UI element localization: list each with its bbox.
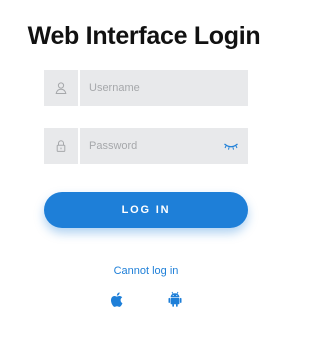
password-input[interactable] <box>80 128 230 164</box>
login-button[interactable]: LOG IN <box>44 192 248 228</box>
page-title: Web Interface Login <box>27 22 261 50</box>
lock-icon <box>44 128 80 164</box>
user-icon <box>44 70 80 106</box>
password-field <box>44 128 248 164</box>
apple-icon[interactable] <box>108 290 126 308</box>
username-field <box>44 70 248 106</box>
login-page: Web Interface Login Username LOG IN Cann… <box>0 0 288 349</box>
android-icon[interactable] <box>166 290 184 308</box>
cannot-log-in-link[interactable]: Cannot log in <box>0 265 292 277</box>
eye-closed-icon[interactable] <box>222 138 240 154</box>
username-input[interactable] <box>80 70 248 106</box>
